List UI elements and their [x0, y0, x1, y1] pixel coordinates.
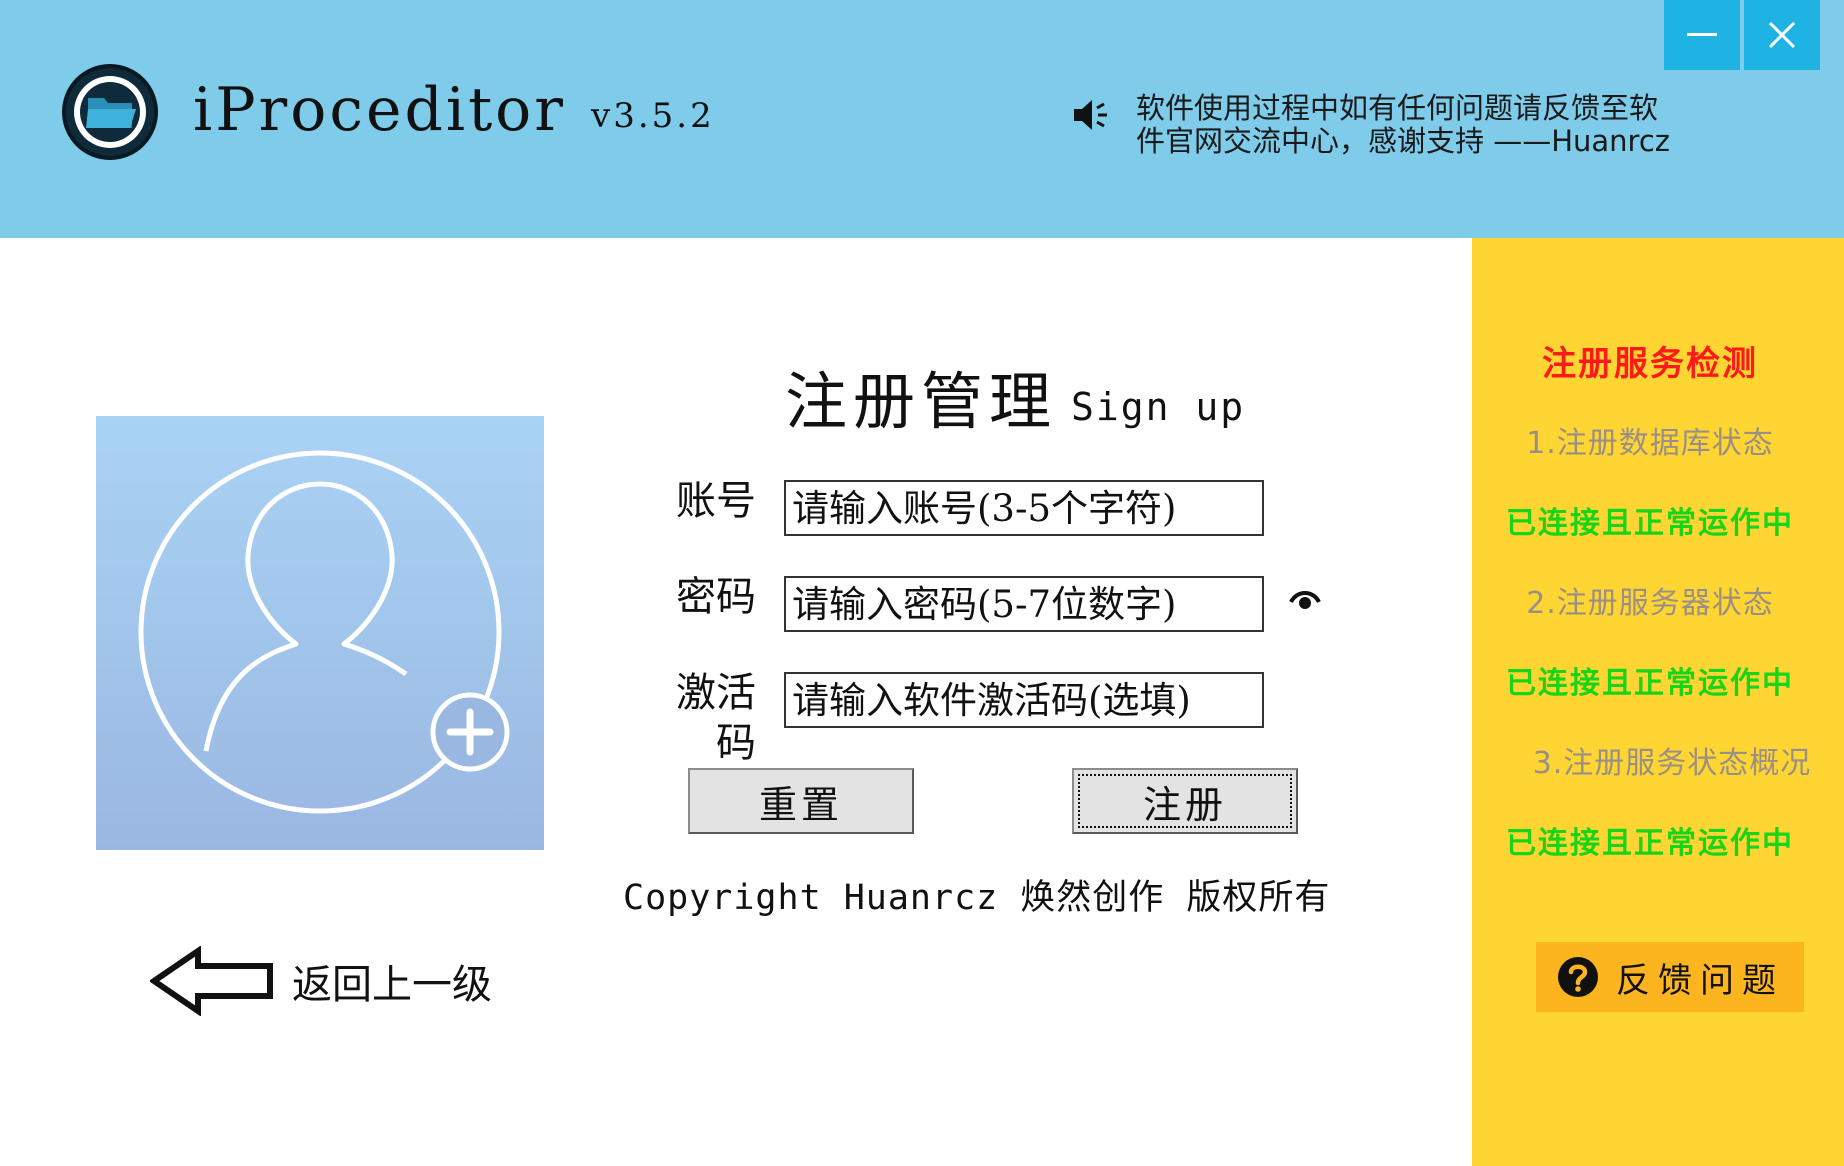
app-title: iProceditor — [193, 75, 566, 145]
password-input[interactable] — [784, 576, 1264, 632]
app-logo-icon — [62, 64, 158, 160]
speaker-icon — [1074, 100, 1107, 130]
check-status-3: 已连接且正常运作中 — [1506, 826, 1794, 861]
panel-title: 注册服务检测 — [1542, 344, 1758, 384]
back-label: 返回上一级 — [292, 962, 492, 1008]
close-icon — [1768, 21, 1796, 49]
app-version: v3.5.2 — [591, 96, 715, 136]
minimize-button[interactable] — [1664, 0, 1740, 70]
activation-label: 激活码 — [676, 670, 756, 766]
eye-icon[interactable] — [1289, 586, 1321, 612]
title-bar: iProceditor v3.5.2 软件使用过程中如有任何问题请反馈至软 件官… — [0, 0, 1844, 238]
close-button[interactable] — [1744, 0, 1820, 70]
feedback-label: 反馈问题 — [1616, 960, 1784, 1001]
minimize-icon — [1687, 33, 1717, 36]
password-label: 密码 — [676, 574, 756, 620]
register-button[interactable]: 注册 — [1072, 768, 1298, 834]
service-status-panel: 注册服务检测 1.注册数据库状态 已连接且正常运作中 2.注册服务器状态 已连接… — [1472, 238, 1844, 1166]
feedback-button[interactable]: 反馈问题 — [1536, 942, 1804, 1012]
notice-line-2: 件官网交流中心，感谢支持 ——Huanrcz — [1136, 124, 1671, 158]
arrow-left-icon — [150, 946, 273, 1016]
back-link[interactable]: 返回上一级 — [150, 946, 492, 1016]
notice-text: 软件使用过程中如有任何问题请反馈至软 件官网交流中心，感谢支持 ——Huanrc… — [1136, 92, 1716, 158]
avatar — [96, 416, 544, 850]
check-label-3: 3.注册服务状态概况 — [1532, 746, 1812, 781]
notice-line-1: 软件使用过程中如有任何问题请反馈至软 — [1136, 91, 1659, 125]
check-status-1: 已连接且正常运作中 — [1506, 506, 1794, 541]
activation-input[interactable] — [784, 672, 1264, 728]
form-title: 注册管理 — [785, 365, 1058, 438]
check-status-2: 已连接且正常运作中 — [1506, 666, 1794, 701]
account-label: 账号 — [676, 478, 756, 524]
help-icon — [1558, 957, 1598, 997]
form-subtitle: Sign up — [1071, 385, 1246, 429]
check-label-2: 2.注册服务器状态 — [1526, 586, 1774, 621]
copyright-text: Copyright Huanrcz 焕然创作 版权所有 — [623, 878, 1331, 918]
check-label-1: 1.注册数据库状态 — [1526, 426, 1774, 461]
reset-button[interactable]: 重置 — [688, 768, 914, 834]
account-input[interactable] — [784, 480, 1264, 536]
add-user-icon — [138, 450, 510, 814]
